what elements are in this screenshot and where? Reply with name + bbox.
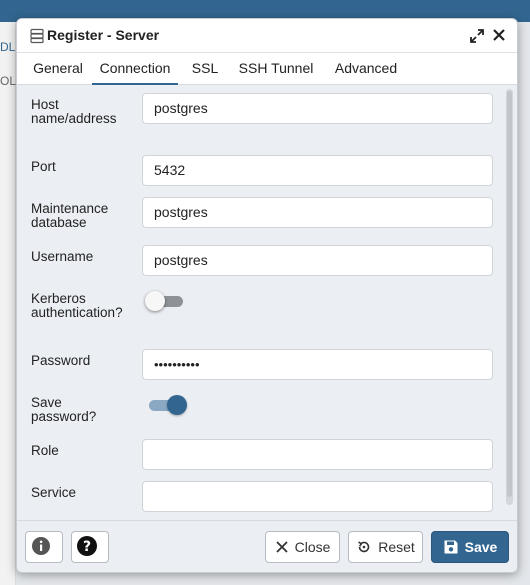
maintenance-db-input[interactable]: postgres [142, 197, 493, 228]
connection-form: Host name/address postgres Port 5432 Mai… [17, 85, 517, 520]
svg-text:?: ? [83, 539, 91, 555]
kerberos-toggle[interactable] [145, 290, 187, 312]
tab-advanced[interactable]: Advanced [329, 53, 403, 85]
tab-bar: General Connection SSL SSH Tunnel Advanc… [17, 53, 517, 85]
port-input[interactable]: 5432 [142, 155, 493, 186]
info-button[interactable] [25, 531, 63, 563]
help-button[interactable]: ? [71, 531, 109, 563]
tab-connection[interactable]: Connection [92, 53, 178, 85]
app-sidebar: DL OL [0, 22, 16, 585]
register-server-dialog: Register - Server General Connection SSL… [16, 18, 518, 573]
app-sidebar-text-1: DL [0, 40, 16, 54]
expand-icon[interactable] [469, 28, 485, 44]
username-label: Username [31, 249, 94, 264]
maintenance-db-label: Maintenance database [31, 201, 109, 230]
help-icon: ? [76, 535, 104, 560]
dialog-title: Register - Server [47, 27, 160, 43]
scrollbar-thumb[interactable] [507, 91, 512, 497]
info-icon [31, 536, 57, 559]
dialog-footer: ? Close Reset Save [17, 520, 517, 572]
port-label: Port [31, 159, 56, 174]
role-input[interactable] [142, 439, 493, 470]
close-button-label: Close [294, 539, 331, 555]
dialog-titlebar: Register - Server [17, 19, 517, 53]
app-sidebar-text-2: OL [0, 74, 17, 88]
password-input[interactable]: •••••••••• [142, 349, 493, 380]
host-label: Host name/address [31, 97, 117, 126]
close-x-icon [275, 541, 288, 553]
save-password-toggle-knob [167, 395, 187, 415]
password-label: Password [31, 353, 91, 368]
server-icon [29, 28, 45, 44]
tab-ssl[interactable]: SSL [187, 53, 223, 85]
tab-general[interactable]: General [23, 53, 93, 85]
save-password-label: Save password? [31, 395, 97, 424]
save-button[interactable]: Save [431, 531, 509, 563]
role-label: Role [31, 443, 59, 458]
reset-button[interactable]: Reset [348, 531, 423, 563]
username-input[interactable]: postgres [142, 245, 493, 276]
close-button[interactable]: Close [265, 531, 340, 563]
service-input[interactable] [142, 481, 493, 512]
service-label: Service [31, 485, 77, 500]
close-icon[interactable] [491, 27, 507, 43]
reset-button-label: Reset [378, 539, 415, 555]
save-icon [444, 540, 458, 554]
kerberos-label: Kerberos authentication? [31, 291, 123, 320]
reset-icon [358, 541, 370, 553]
tab-ssh-tunnel[interactable]: SSH Tunnel [233, 53, 319, 85]
kerberos-toggle-knob [145, 291, 165, 311]
save-button-label: Save [464, 539, 498, 555]
save-password-toggle[interactable] [145, 394, 187, 416]
host-input[interactable]: postgres [142, 93, 493, 124]
